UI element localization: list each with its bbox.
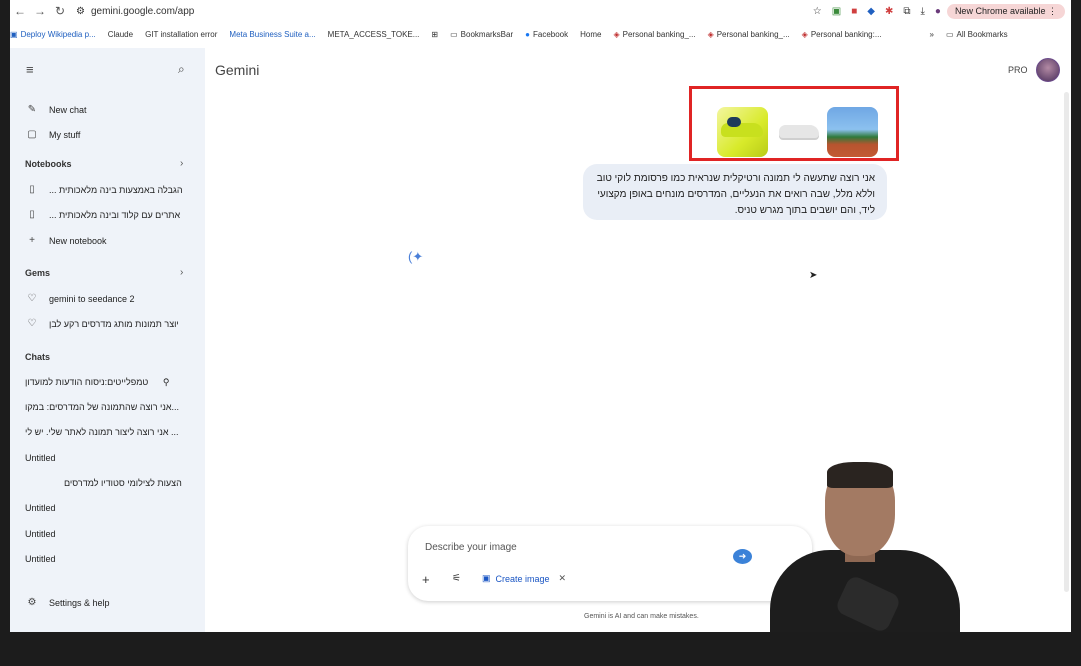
gems-heading[interactable]: Gems bbox=[25, 268, 50, 278]
search-icon[interactable]: ⌕ bbox=[178, 62, 185, 77]
prompt-input[interactable] bbox=[423, 541, 727, 554]
pin-icon: ⚲ bbox=[162, 377, 170, 387]
reload-icon[interactable]: ↻ bbox=[50, 4, 70, 18]
bookmark[interactable]: ◈ Personal banking_... bbox=[708, 30, 790, 39]
avatar[interactable] bbox=[1036, 58, 1060, 82]
my-stuff-button[interactable]: ▢ My stuff bbox=[25, 129, 80, 140]
back-icon[interactable]: ← bbox=[10, 4, 30, 18]
bookmark[interactable]: ▣ Deploy Wikipedia p... bbox=[10, 30, 96, 39]
extension-icon[interactable]: ▣ bbox=[832, 6, 841, 17]
download-icon[interactable]: ⤓ bbox=[920, 6, 924, 17]
puzzle-icon[interactable]: ⧉ bbox=[903, 6, 910, 17]
more-bookmarks-icon[interactable]: » bbox=[930, 30, 934, 39]
plus-icon: + bbox=[29, 235, 35, 246]
profile-icon[interactable]: ● bbox=[935, 6, 941, 17]
bookmark[interactable]: Claude bbox=[108, 30, 133, 39]
page-title: Gemini bbox=[215, 62, 260, 78]
gear-icon: ⚙ bbox=[27, 597, 37, 608]
chat-item[interactable]: הצעות לצילומי סטודיו למדרסים bbox=[64, 478, 182, 488]
chat-item[interactable]: Untitled bbox=[25, 453, 56, 463]
create-image-chip[interactable]: ▣ Create image ✕ bbox=[482, 573, 566, 584]
chat-item[interactable]: אני רוצה שהתמונה של המדרסים: במקו... bbox=[25, 402, 179, 412]
bookmark[interactable]: GIT installation error bbox=[145, 30, 217, 39]
bookmark[interactable]: Home bbox=[580, 30, 601, 39]
gem-icon: ♡ bbox=[27, 293, 37, 304]
chat-item[interactable]: Untitled bbox=[25, 554, 56, 564]
browser-toolbar: ← → ↻ ⚙ gemini.google.com/app ☆ ▣ ■ ◆ ✱ … bbox=[10, 0, 1071, 22]
notebook-icon: ▯ bbox=[29, 209, 35, 220]
insole-shape bbox=[727, 117, 741, 127]
extension-icon[interactable]: ◆ bbox=[867, 6, 875, 17]
gem-item[interactable]: ♡ יוצר תמונות מותג מדרסים רקע לבן bbox=[25, 318, 179, 329]
notebook-icon: ▯ bbox=[29, 184, 35, 195]
extension-icon[interactable]: ✱ bbox=[885, 6, 893, 17]
shoe-image-thumbnail[interactable] bbox=[773, 107, 824, 157]
prompt-box: ➜ + ⚟ ▣Create image✕ bbox=[408, 526, 812, 601]
site-info-icon[interactable]: ⚙ bbox=[76, 6, 85, 17]
star-icon[interactable]: ☆ bbox=[813, 6, 822, 17]
bookmarks-bar: ▣ Deploy Wikipedia p... Claude GIT instal… bbox=[10, 25, 1071, 43]
chevron-right-icon[interactable]: › bbox=[180, 158, 183, 169]
notebook-item[interactable]: ▯ אתרים עם קלוד ובינה מלאכותית ... bbox=[25, 209, 180, 220]
send-button[interactable]: ➜ bbox=[733, 549, 752, 564]
gem-icon: ♡ bbox=[27, 318, 37, 329]
insole-image-thumbnail[interactable] bbox=[717, 107, 768, 157]
bookmark[interactable]: ● Facebook bbox=[525, 30, 568, 39]
bookmark[interactable]: ◈ Personal banking_... bbox=[613, 30, 695, 39]
uploaded-images-highlight bbox=[689, 86, 899, 161]
extensions-bar: ☆ ▣ ■ ◆ ✱ ⧉ ⤓ ● bbox=[813, 6, 941, 17]
bookmark[interactable]: Meta Business Suite a... bbox=[229, 30, 315, 39]
disclaimer-text: Gemini is AI and can make mistakes. bbox=[584, 613, 699, 620]
gemini-loading-icon: (✦ bbox=[408, 249, 424, 264]
tools-icon[interactable]: ⚟ bbox=[452, 573, 461, 584]
chat-item[interactable]: Untitled bbox=[25, 503, 56, 513]
bookmark[interactable]: META_ACCESS_TOKE... bbox=[328, 30, 420, 39]
chats-heading: Chats bbox=[25, 352, 51, 362]
pro-badge: PRO bbox=[1008, 65, 1028, 75]
new-notebook-button[interactable]: + New notebook bbox=[25, 235, 106, 246]
all-bookmarks[interactable]: ▭ All Bookmarks bbox=[946, 30, 1008, 39]
image-icon: ▣ bbox=[482, 573, 491, 583]
folder-icon: ▭ bbox=[945, 29, 954, 39]
apps-grid-icon[interactable]: ⊞ bbox=[431, 30, 438, 39]
bookmark-icon: ▢ bbox=[27, 129, 37, 140]
bookmark[interactable]: ◈ Personal banking:... bbox=[802, 30, 882, 39]
shoe-shape bbox=[779, 125, 819, 138]
bookmark-folder[interactable]: ▭ BookmarksBar bbox=[450, 30, 513, 39]
scrollbar[interactable] bbox=[1064, 92, 1069, 592]
new-chat-button[interactable]: ✎ New chat bbox=[25, 104, 87, 115]
new-chrome-button[interactable]: New Chrome available ⋮ bbox=[946, 3, 1065, 19]
chat-item[interactable]: Untitled bbox=[25, 529, 56, 539]
presenter-hair bbox=[827, 462, 893, 488]
notebook-item[interactable]: ▯ הגבלה באמצעות בינה מלאכותית ... bbox=[25, 184, 182, 195]
menu-icon[interactable]: ≡ bbox=[26, 62, 34, 77]
webcam-overlay bbox=[770, 458, 960, 632]
extension-icon[interactable]: ■ bbox=[851, 6, 857, 17]
notebooks-heading[interactable]: Notebooks bbox=[25, 159, 72, 169]
address-bar[interactable]: ⚙ gemini.google.com/app bbox=[76, 2, 813, 20]
sidebar: ≡ ⌕ ✎ New chat ▢ My stuff Notebooks › ▯ הגב… bbox=[10, 48, 205, 632]
edit-icon: ✎ bbox=[27, 104, 37, 115]
user-message: אני רוצה שתעשה לי תמונה ורטיקלית שנראית … bbox=[583, 164, 887, 220]
settings-help-button[interactable]: ⚙ Settings & help bbox=[25, 597, 110, 608]
forward-icon[interactable]: → bbox=[30, 4, 50, 18]
folder-icon: ▭ bbox=[450, 29, 458, 39]
browser-window: ← → ↻ ⚙ gemini.google.com/app ☆ ▣ ■ ◆ ✱ … bbox=[10, 0, 1071, 632]
url-text: gemini.google.com/app bbox=[90, 5, 195, 17]
tennis-court-image-thumbnail[interactable] bbox=[827, 107, 878, 157]
facebook-icon: ● bbox=[525, 29, 530, 39]
add-attachment-icon[interactable]: + bbox=[422, 572, 430, 587]
gem-item[interactable]: ♡ gemini to seedance 2 bbox=[25, 293, 135, 304]
close-icon[interactable]: ✕ bbox=[559, 573, 567, 584]
chat-item[interactable]: טמפלייטים:ניסוח הודעות למועדון ⚲ bbox=[25, 377, 169, 388]
mouse-cursor-icon: ➤ bbox=[809, 270, 818, 281]
chevron-right-icon[interactable]: › bbox=[180, 267, 183, 278]
chat-item[interactable]: אני רוצה ליצור תמונה לאתר שלי. יש לי ... bbox=[25, 427, 179, 437]
